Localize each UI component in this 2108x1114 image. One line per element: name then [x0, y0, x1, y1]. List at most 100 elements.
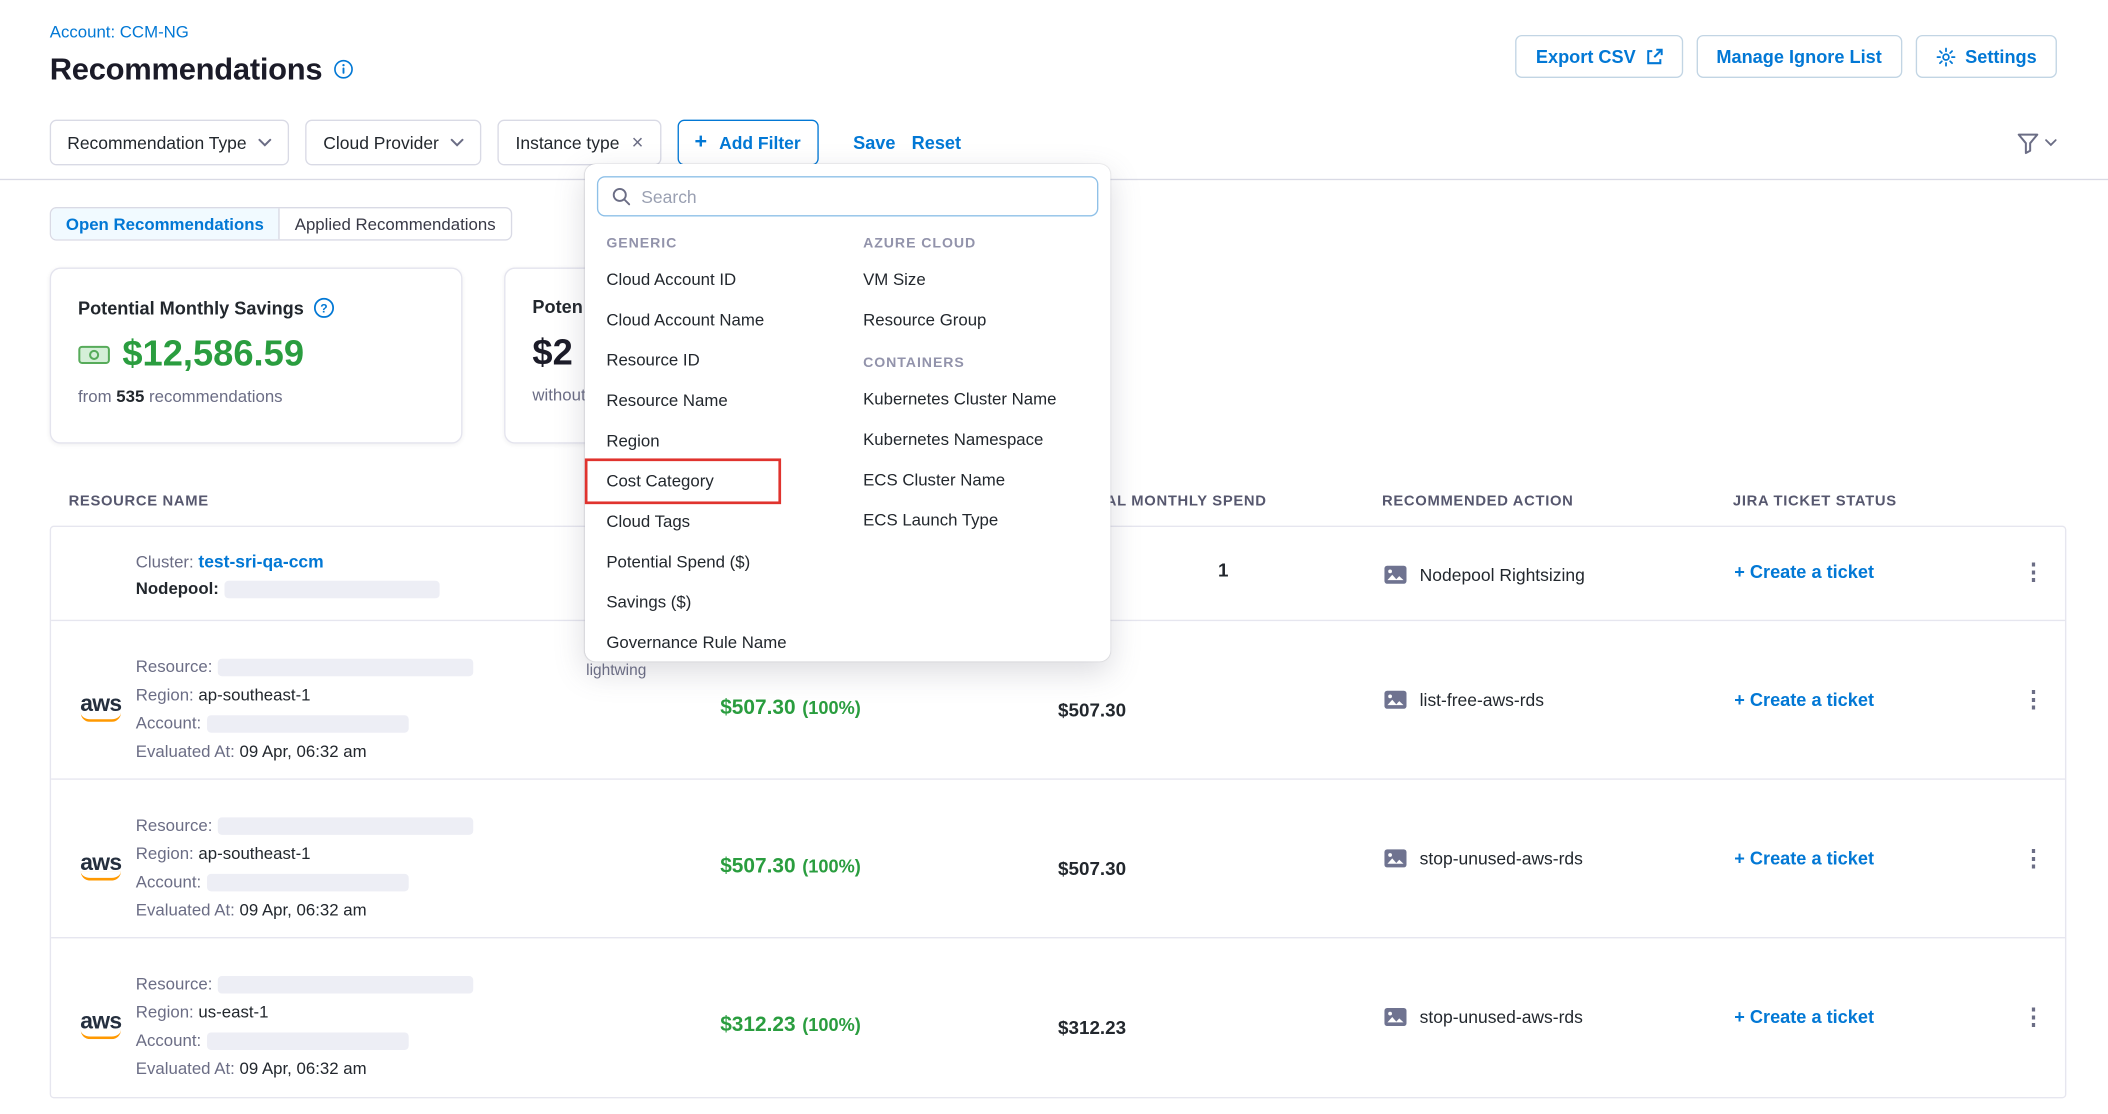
create-ticket-button[interactable]: + Create a ticket: [1734, 1007, 1874, 1027]
page-title-row: Recommendations: [50, 51, 354, 87]
filter-option[interactable]: Savings ($): [585, 582, 842, 622]
action-icon: [1383, 848, 1407, 868]
chevron-down-icon: [451, 138, 464, 146]
card-title-partial: Poten: [532, 297, 582, 317]
action-label: stop-unused-aws-rds: [1420, 1007, 1583, 1027]
recommended-action: stop-unused-aws-rds: [1383, 848, 1582, 868]
chevron-down-icon: [2045, 138, 2057, 146]
group-title-generic: GENERIC: [585, 220, 842, 259]
spend-amount-partial: $2: [532, 332, 572, 374]
savings-subtitle: from 535 recommendations: [78, 387, 434, 406]
chip-label: Cloud Provider: [323, 132, 439, 152]
resource-details: Resource: Region: ap-southeast-1 Account…: [136, 653, 473, 766]
kebab-menu[interactable]: ⋮: [2022, 1004, 2045, 1031]
filter-option[interactable]: Cloud Account Name: [585, 300, 842, 340]
col-jira-ticket-status: JIRA TICKET STATUS: [1733, 493, 1897, 509]
filter-option[interactable]: Kubernetes Cluster Name: [842, 379, 1111, 419]
col-recommended-action: RECOMMENDED ACTION: [1382, 493, 1573, 509]
potential-monthly-savings-card: Potential Monthly Savings ? $12,586.59 f…: [50, 268, 463, 444]
resource-details: Cluster: test-sri-qa-ccm Nodepool:: [136, 549, 440, 603]
resource-details: Resource: Region: us-east-1 Account: Eva…: [136, 971, 473, 1084]
chevron-down-icon: [259, 138, 272, 146]
plus-icon: +: [694, 132, 707, 154]
table-row[interactable]: aws Resource: Region: us-east-1 Account:…: [51, 938, 2065, 1097]
spend-value-partial: 1: [1218, 559, 1228, 581]
filter-search[interactable]: [597, 176, 1098, 216]
reset-filter-link[interactable]: Reset: [912, 132, 961, 152]
search-input[interactable]: [641, 186, 1083, 206]
tab-applied-recommendations[interactable]: Applied Recommendations: [280, 208, 510, 239]
add-filter-label: Add Filter: [719, 132, 801, 152]
cluster-link[interactable]: test-sri-qa-ccm: [198, 551, 323, 571]
filter-option[interactable]: ECS Launch Type: [842, 500, 1111, 540]
filter-option[interactable]: Resource Name: [585, 380, 842, 420]
filter-option[interactable]: Region: [585, 421, 842, 461]
close-icon[interactable]: ×: [632, 132, 644, 152]
filter-option[interactable]: Governance Rule Name: [585, 622, 842, 662]
table-row[interactable]: aws Resource: Region: ap-southeast-1 Acc…: [51, 780, 2065, 939]
filter-chip-instance-type[interactable]: Instance type ×: [498, 120, 661, 166]
action-label: Nodepool Rightsizing: [1420, 565, 1585, 585]
redacted-value: [224, 581, 439, 598]
aws-icon: aws: [77, 1010, 125, 1040]
aws-icon: aws: [77, 692, 125, 722]
info-icon[interactable]: [333, 59, 353, 79]
spend-value: $507.30: [1058, 858, 1126, 880]
gear-icon: [1936, 46, 1956, 66]
filter-funnel-button[interactable]: [2017, 131, 2057, 154]
export-csv-label: Export CSV: [1536, 46, 1636, 66]
save-filter-link[interactable]: Save: [853, 132, 895, 152]
tab-open-recommendations[interactable]: Open Recommendations: [51, 208, 280, 239]
create-ticket-button[interactable]: + Create a ticket: [1734, 848, 1874, 868]
spend-value: $312.23: [1058, 1016, 1126, 1038]
action-icon: [1383, 690, 1407, 710]
card-title: Potential Monthly Savings: [78, 298, 304, 318]
chip-label: Instance type: [516, 132, 620, 152]
settings-button[interactable]: Settings: [1915, 35, 2057, 78]
export-csv-button[interactable]: Export CSV: [1516, 35, 1683, 78]
page: Account: CCM-NG Recommendations Export C…: [0, 0, 2108, 1114]
filter-chip-cloud-provider[interactable]: Cloud Provider: [306, 120, 482, 166]
filter-option[interactable]: Cloud Tags: [585, 501, 842, 541]
redacted-value: [207, 715, 409, 732]
recommendations-tabs: Open Recommendations Applied Recommendat…: [50, 207, 512, 241]
filter-option[interactable]: ECS Cluster Name: [842, 460, 1111, 500]
help-icon[interactable]: ?: [313, 297, 335, 319]
group-title-azure-cloud: AZURE CLOUD: [842, 220, 1111, 259]
account-breadcrumb[interactable]: Account: CCM-NG: [50, 23, 189, 42]
redacted-value: [207, 874, 409, 891]
aws-icon: aws: [77, 851, 125, 881]
group-title-containers: CONTAINERS: [842, 340, 1111, 379]
manage-ignore-list-button[interactable]: Manage Ignore List: [1696, 35, 1902, 78]
partial-text: lightwing: [586, 663, 646, 679]
kebab-menu[interactable]: ⋮: [2022, 846, 2045, 873]
funnel-icon: [2017, 131, 2040, 154]
filter-option-cost-category[interactable]: Cost Category: [585, 461, 842, 501]
filter-option[interactable]: Resource ID: [585, 340, 842, 380]
monthly-savings-value: $507.30(100%): [649, 696, 931, 720]
create-ticket-button[interactable]: + Create a ticket: [1734, 562, 1874, 582]
filter-option[interactable]: Resource Group: [842, 300, 1111, 340]
filter-option[interactable]: Potential Spend ($): [585, 542, 842, 582]
recommended-action: Nodepool Rightsizing: [1383, 565, 1584, 585]
kebab-menu[interactable]: ⋮: [2022, 559, 2045, 586]
action-label: list-free-aws-rds: [1420, 690, 1544, 710]
redacted-value: [218, 659, 473, 676]
search-icon: [612, 187, 631, 206]
kebab-menu[interactable]: ⋮: [2022, 687, 2045, 714]
filter-option[interactable]: VM Size: [842, 259, 1111, 299]
chip-label: Recommendation Type: [67, 132, 246, 152]
redacted-value: [218, 976, 473, 993]
redacted-value: [207, 1033, 409, 1050]
spend-value: $507.30: [1058, 699, 1126, 721]
resource-details: Resource: Region: ap-southeast-1 Account…: [136, 812, 473, 925]
header-actions: Export CSV Manage Ignore List Settings: [1516, 35, 2057, 78]
monthly-savings-value: $507.30(100%): [649, 855, 931, 879]
filter-option[interactable]: Kubernetes Namespace: [842, 419, 1111, 459]
add-filter-button[interactable]: + Add Filter: [677, 120, 818, 166]
money-icon: [78, 342, 110, 366]
filter-chip-recommendation-type[interactable]: Recommendation Type: [50, 120, 290, 166]
settings-label: Settings: [1965, 46, 2037, 66]
filter-option[interactable]: Cloud Account ID: [585, 259, 842, 299]
create-ticket-button[interactable]: + Create a ticket: [1734, 690, 1874, 710]
